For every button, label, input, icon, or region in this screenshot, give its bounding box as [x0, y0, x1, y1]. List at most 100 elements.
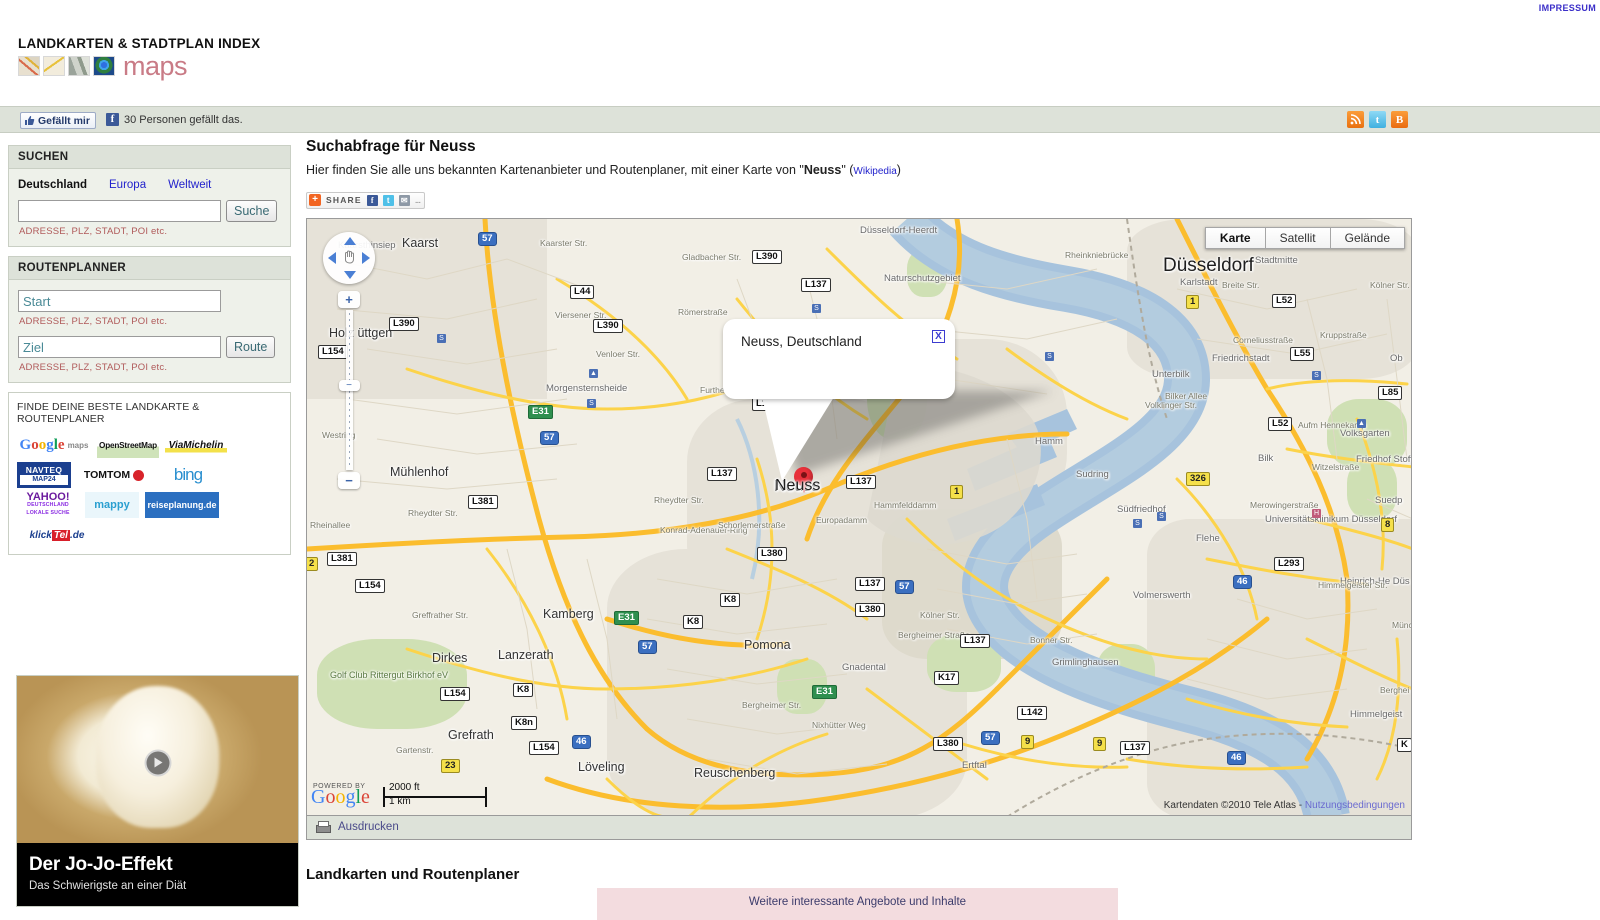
poi-icon[interactable]: S — [1133, 518, 1142, 528]
map-label: Suedp — [1375, 494, 1403, 506]
map-label: Kruppstraße — [1320, 329, 1367, 340]
social-icon-group: t B — [1347, 111, 1408, 128]
provider-reiseplanung-logo[interactable]: reiseplanung.de — [145, 492, 219, 518]
providers-logo-grid: Go o g l e maps OpenStreetMap ViaMichelin NAV… — [17, 432, 282, 548]
zoom-control[interactable]: + − − — [338, 290, 360, 489]
map-viewport[interactable]: DüsseldorfNeussKaarstKaarsthinsiepDüssel… — [306, 217, 1412, 816]
blogger-icon[interactable]: B — [1391, 111, 1408, 128]
share-more-icon[interactable]: ... — [415, 195, 421, 206]
road-shield: L137 — [960, 633, 990, 648]
provider-tomtom-logo[interactable]: TOMTOM — [77, 462, 151, 488]
info-bubble[interactable]: Neuss, Deutschland X — [723, 318, 955, 399]
hand-icon[interactable] — [342, 249, 357, 267]
road-shield: E31 — [528, 404, 553, 419]
map-terms-link[interactable]: Nutzungsbedingungen — [1305, 800, 1405, 811]
map-label: Römerstraße — [678, 306, 728, 317]
wikipedia-link[interactable]: Wikipedia — [853, 166, 896, 177]
provider-klicktel-logo[interactable]: klick Tel .de — [17, 522, 97, 548]
road-shield: L154 — [355, 578, 385, 593]
provider-openstreetmap-logo[interactable]: OpenStreetMap — [97, 432, 159, 458]
start-input[interactable] — [18, 290, 221, 312]
video-thumbnail[interactable] — [17, 676, 298, 843]
road-shield: L52 — [1272, 293, 1297, 308]
promo-banner[interactable]: Weitere interessante Angebote und Inhalt… — [597, 888, 1118, 920]
zoom-out-button[interactable]: − — [338, 471, 360, 489]
pan-right-icon[interactable] — [362, 251, 370, 264]
map-label: Breite Str. — [1222, 279, 1260, 290]
poi-icon[interactable]: S — [1312, 370, 1321, 380]
search-hint: ADRESSE, PLZ, STADT, POI etc. — [19, 226, 168, 237]
ziel-input[interactable] — [18, 336, 221, 358]
provider-navteq-map24-logo[interactable]: NAVTEQ MAP24 — [17, 462, 71, 488]
facebook-like-button[interactable]: Gefällt mir — [20, 112, 96, 129]
play-button-icon[interactable] — [144, 749, 171, 777]
map-label: Kamberg — [543, 606, 594, 621]
tab-weltweit[interactable]: Weltweit — [168, 179, 211, 191]
map-label: Rheydter Str. — [654, 494, 704, 505]
search-button[interactable]: Suche — [226, 200, 278, 222]
scale-metric: 1 km — [389, 795, 411, 807]
provider-yahoo-logo[interactable]: YAHOO! DEUTSCHLAND LOKALE SUCHE — [17, 492, 79, 518]
route-button[interactable]: Route — [226, 336, 276, 358]
close-icon[interactable]: X — [932, 329, 945, 343]
map-label: Friedhof Stoffeln — [1356, 453, 1411, 465]
poi-icon[interactable]: S — [1045, 351, 1054, 361]
road-shield: L52 — [1268, 416, 1293, 431]
addthis-icon[interactable]: + — [309, 194, 321, 206]
map-type-karte[interactable]: Karte — [1204, 226, 1266, 249]
share-facebook-icon[interactable]: f — [366, 194, 378, 206]
road-shield: L390 — [389, 316, 419, 331]
printer-icon — [315, 821, 331, 833]
tab-europa[interactable]: Europa — [109, 179, 146, 191]
road-shield: K17 — [934, 670, 960, 685]
zoom-slider-thumb[interactable]: − — [338, 379, 360, 391]
map-label: München — [1392, 619, 1411, 630]
video-ad[interactable]: Der Jo-Jo-Effekt Das Schwierigste an ein… — [16, 675, 299, 907]
zoom-in-button[interactable]: + — [338, 290, 360, 308]
share-email-icon[interactable]: ✉ — [398, 194, 410, 206]
map-label: Dirkes — [432, 650, 468, 665]
road-shield: E31 — [614, 610, 639, 625]
tab-deutschland[interactable]: Deutschland — [18, 179, 87, 191]
road-shield: 57 — [540, 430, 559, 445]
map-canvas[interactable]: DüsseldorfNeussKaarstKaarsthinsiepDüssel… — [307, 218, 1411, 815]
map-label: Kölner Str. — [1370, 279, 1410, 290]
poi-icon[interactable]: S — [812, 303, 821, 313]
map-label: Mühlenhof — [390, 464, 449, 479]
search-panel-heading: SUCHEN — [9, 146, 290, 169]
pan-left-icon[interactable] — [328, 251, 336, 264]
provider-bing-logo[interactable]: bing — [157, 462, 219, 488]
zoom-slider-track[interactable]: − — [338, 309, 360, 470]
poi-icon[interactable]: S — [1157, 511, 1166, 521]
pan-down-icon[interactable] — [344, 270, 356, 279]
map-type-gelaende[interactable]: Gelände — [1330, 226, 1405, 249]
map-label: Löveling — [578, 759, 625, 774]
provider-viamichelin-logo[interactable]: ViaMichelin — [165, 432, 227, 458]
tree-icon: ▲ — [1357, 418, 1366, 428]
map-label: Cornelius­straße — [1233, 334, 1293, 345]
map-label: Gnadental — [842, 661, 886, 673]
impressum-link[interactable]: IMPRESSUM — [1539, 2, 1600, 14]
poi-icon[interactable]: S — [437, 333, 446, 343]
hospital-icon[interactable]: H — [1312, 508, 1321, 518]
share-bar[interactable]: + SHARE f t ✉ ... — [306, 191, 426, 209]
map-label: Naturschutzgebiet — [884, 272, 961, 284]
pan-up-icon[interactable] — [344, 236, 356, 245]
search-input[interactable] — [18, 200, 221, 222]
site-logo[interactable]: LANDKARTEN & STADTPLAN INDEX maps — [18, 36, 278, 80]
road-shield: 57 — [638, 639, 657, 654]
share-twitter-icon[interactable]: t — [382, 194, 394, 206]
provider-mappy-logo[interactable]: mappy — [85, 492, 139, 518]
print-link[interactable]: Ausdrucken — [338, 821, 399, 833]
pan-control[interactable] — [323, 231, 375, 284]
map-label: Ertftal — [962, 759, 987, 771]
provider-google-maps-logo[interactable]: Go o g l e maps — [17, 432, 91, 458]
map-label: Kölner Str. — [920, 609, 960, 620]
rss-icon[interactable] — [1347, 111, 1364, 128]
poi-icon[interactable]: S — [587, 398, 596, 408]
twitter-icon[interactable]: t — [1369, 111, 1386, 128]
map-label: Bonner Str. — [1030, 634, 1073, 645]
print-bar: Ausdrucken — [306, 815, 1412, 840]
map-type-satellit[interactable]: Satellit — [1265, 226, 1331, 249]
globe-icon — [93, 56, 115, 76]
